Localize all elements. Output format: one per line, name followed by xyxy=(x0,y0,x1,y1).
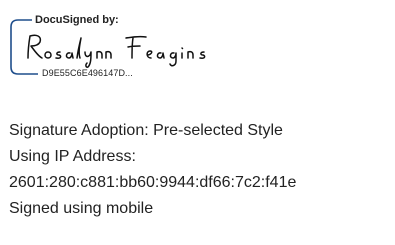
signing-device-text: Signed using mobile xyxy=(9,200,154,217)
handwritten-signature xyxy=(27,34,206,68)
envelope-id: D9E55C6E496147D... xyxy=(40,68,135,79)
signature-details: Signature Adoption: Pre-selected Style U… xyxy=(9,118,296,222)
ip-address-value: 2601:280:c881:bb60:9944:df66:7c2:f41e xyxy=(9,174,297,191)
ip-address-label: Using IP Address: xyxy=(9,148,136,165)
signature-adoption-text: Signature Adoption: Pre-selected Style xyxy=(9,122,283,139)
docusign-signature-block: DocuSigned by: D9E55C6E496147D... xyxy=(8,14,238,80)
docusigned-by-label: DocuSigned by: xyxy=(32,14,122,26)
